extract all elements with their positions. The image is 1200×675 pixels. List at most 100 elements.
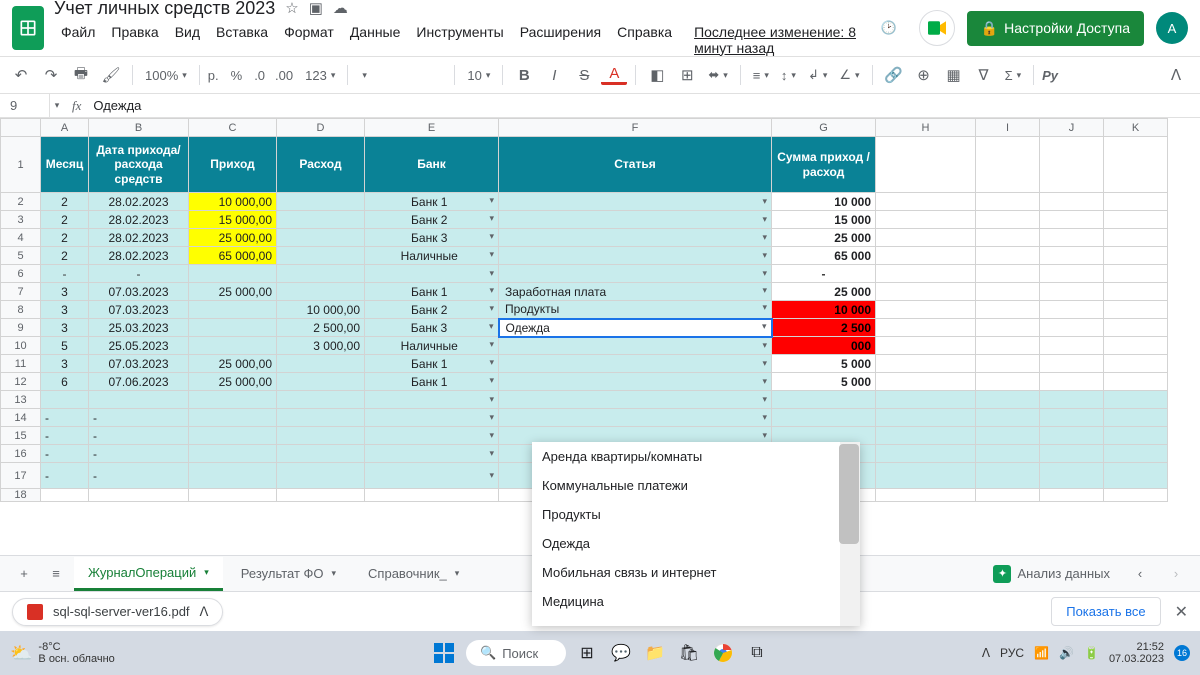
col-header[interactable]: F	[499, 119, 772, 137]
dropdown-option[interactable]: Одежда	[532, 529, 860, 558]
cell-month[interactable]: -	[41, 265, 89, 283]
row-header[interactable]: 5	[1, 247, 41, 265]
cell-sum[interactable]: 15 000	[772, 211, 876, 229]
chat-icon[interactable]: 💬	[608, 640, 634, 666]
formula-input[interactable]: Одежда	[89, 98, 1200, 113]
all-sheets-button[interactable]: ≡	[42, 560, 70, 588]
spreadsheet-grid[interactable]: ABCDEFGHIJK1МесяцДата прихода/расхода ср…	[0, 118, 1200, 502]
cell-expense[interactable]	[277, 283, 365, 301]
row-header[interactable]: 6	[1, 265, 41, 283]
dropdown-option[interactable]: Спорт	[532, 616, 860, 626]
cell-expense[interactable]	[277, 211, 365, 229]
bold-icon[interactable]: B	[511, 62, 537, 88]
cloud-icon[interactable]: ☁	[333, 0, 348, 17]
row-header[interactable]: 3	[1, 211, 41, 229]
halign-icon[interactable]: ≡	[749, 68, 773, 83]
menu-tools[interactable]: Инструменты	[409, 21, 510, 59]
cell-income[interactable]	[189, 427, 277, 445]
cell-expense[interactable]	[277, 355, 365, 373]
cell-expense[interactable]	[277, 373, 365, 391]
cell-expense[interactable]: 3 000,00	[277, 337, 365, 355]
row-header[interactable]: 2	[1, 193, 41, 211]
volume-icon[interactable]: 🔊	[1059, 646, 1074, 660]
cell-date[interactable]: 28.02.2023	[89, 211, 189, 229]
weather-widget[interactable]: ⛅ -8°C В осн. облачно	[10, 641, 115, 665]
cell-sum[interactable]: -	[772, 265, 876, 283]
cell-month[interactable]: -	[41, 427, 89, 445]
cell-month[interactable]: 6	[41, 373, 89, 391]
cell-date[interactable]: 07.03.2023	[89, 355, 189, 373]
cell-bank[interactable]: Банк 2	[365, 211, 499, 229]
cell-article[interactable]	[499, 391, 772, 409]
row-header[interactable]: 10	[1, 337, 41, 355]
cell-date[interactable]: -	[89, 409, 189, 427]
strike-icon[interactable]: S	[571, 62, 597, 88]
italic-icon[interactable]: I	[541, 62, 567, 88]
dropdown-scrollbar[interactable]	[840, 442, 860, 626]
cell-article[interactable]	[499, 337, 772, 355]
cell-expense[interactable]	[277, 265, 365, 283]
dropdown-option[interactable]: Продукты	[532, 500, 860, 529]
star-icon[interactable]: ☆	[285, 0, 298, 17]
cell-date[interactable]: 07.03.2023	[89, 301, 189, 319]
cell-bank[interactable]: Наличные	[365, 337, 499, 355]
cell-article[interactable]	[499, 247, 772, 265]
cell-article[interactable]	[499, 373, 772, 391]
last-edit[interactable]: Последнее изменение: 8 минут назад	[687, 21, 871, 59]
col-header[interactable]: A	[41, 119, 89, 137]
cell-month[interactable]: 3	[41, 283, 89, 301]
tab-journal[interactable]: ЖурналОпераций	[74, 557, 223, 591]
link-icon[interactable]: 🔗	[881, 62, 907, 88]
cell-sum[interactable]: 000	[772, 337, 876, 355]
col-header[interactable]: E	[365, 119, 499, 137]
zoom-dropdown[interactable]: 100%	[141, 68, 191, 83]
cell-date[interactable]: 07.06.2023	[89, 373, 189, 391]
cell-income[interactable]: 25 000,00	[189, 283, 277, 301]
tray-lang[interactable]: РУС	[1000, 646, 1024, 660]
cell-income[interactable]: 25 000,00	[189, 355, 277, 373]
print-icon[interactable]: 🖶	[68, 62, 94, 88]
col-header[interactable]: D	[277, 119, 365, 137]
task-view-icon[interactable]: ⊞	[574, 640, 600, 666]
cell-month[interactable]: 5	[41, 337, 89, 355]
explore-next[interactable]: ›	[1162, 560, 1190, 588]
avatar[interactable]: A	[1156, 12, 1188, 44]
tab-reference[interactable]: Справочник_	[354, 557, 473, 591]
cell-bank[interactable]: Банк 3	[365, 319, 499, 337]
cell-date[interactable]: -	[89, 463, 189, 489]
rotate-icon[interactable]: ∠	[835, 67, 863, 83]
cell-date[interactable]: 28.02.2023	[89, 229, 189, 247]
decrease-decimal[interactable]: .0	[254, 68, 265, 83]
row-header[interactable]: 11	[1, 355, 41, 373]
paint-format-icon[interactable]: 🖌	[98, 62, 124, 88]
col-header[interactable]: I	[976, 119, 1040, 137]
share-button[interactable]: 🔒 Настройки Доступа	[967, 11, 1144, 46]
close-downloads-icon[interactable]: ✕	[1175, 602, 1188, 622]
cell-income[interactable]	[189, 409, 277, 427]
filter-icon[interactable]: ∇	[971, 62, 997, 88]
cell-income[interactable]	[189, 301, 277, 319]
cell-month[interactable]: -	[41, 445, 89, 463]
font-size[interactable]: 10	[463, 68, 494, 83]
cell-article[interactable]: Одежда	[499, 319, 772, 337]
row-header[interactable]: 15	[1, 427, 41, 445]
cell-income[interactable]: 65 000,00	[189, 247, 277, 265]
cell-date[interactable]: 25.03.2023	[89, 319, 189, 337]
validation-dropdown[interactable]: Аренда квартиры/комнатыКоммунальные плат…	[532, 442, 860, 626]
chrome-icon[interactable]	[710, 640, 736, 666]
menu-file[interactable]: Файл	[54, 21, 102, 59]
cell-date[interactable]	[89, 391, 189, 409]
menu-view[interactable]: Вид	[168, 21, 207, 59]
sheets-logo[interactable]	[12, 6, 44, 50]
collapse-toolbar-icon[interactable]: ᐱ	[1166, 62, 1192, 88]
tray-chevron-icon[interactable]: ᐱ	[982, 646, 990, 660]
chart-icon[interactable]: ▦	[941, 62, 967, 88]
functions-icon[interactable]: Σ	[1001, 68, 1026, 83]
font-dropdown[interactable]	[356, 70, 446, 81]
cell-month[interactable]: 2	[41, 229, 89, 247]
col-header[interactable]: G	[772, 119, 876, 137]
cell-bank[interactable]: Банк 1	[365, 373, 499, 391]
cell-article[interactable]	[499, 355, 772, 373]
cell-bank[interactable]: Банк 1	[365, 283, 499, 301]
cell-date[interactable]: 07.03.2023	[89, 283, 189, 301]
